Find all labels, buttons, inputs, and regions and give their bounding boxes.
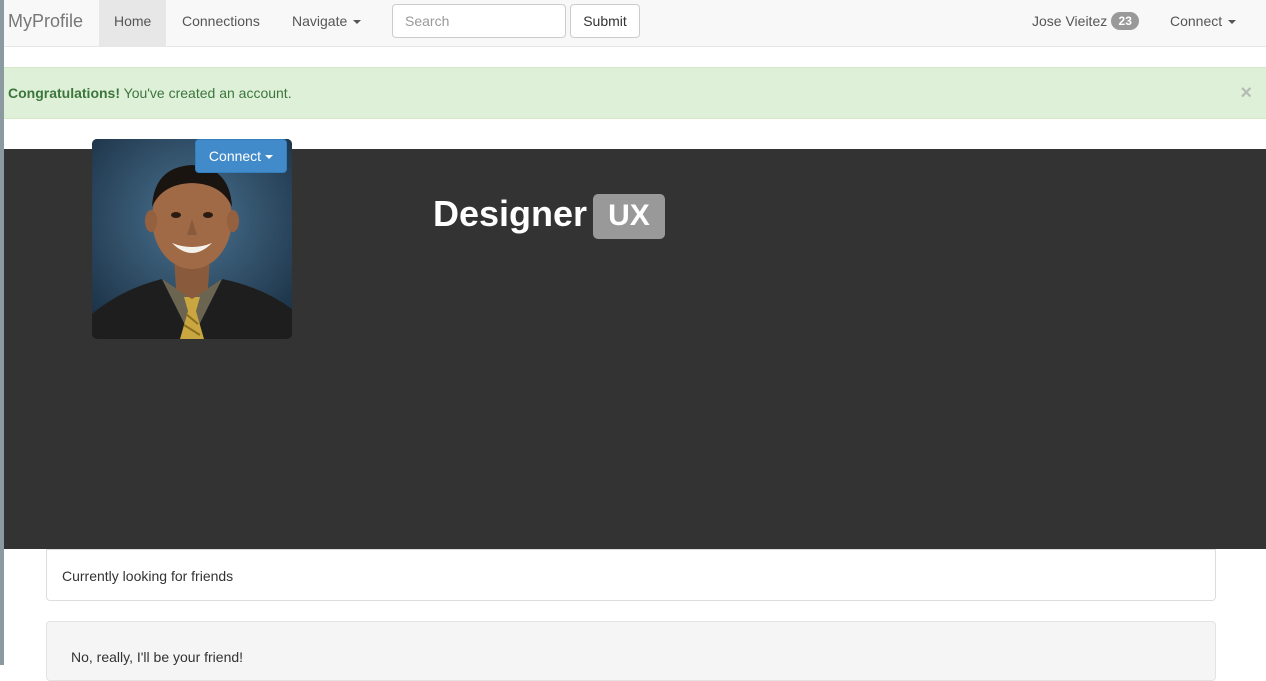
profile-title-text: Designer xyxy=(433,193,588,234)
alert-strong-text: Congratulations! xyxy=(8,85,120,101)
user-name: Jose Vieitez xyxy=(1032,13,1108,29)
nav-connect-dropdown[interactable]: Connect xyxy=(1155,0,1251,46)
profile-title: Designer UX xyxy=(433,190,665,240)
top-navbar: MyProfile Home Connections Navigate Subm… xyxy=(4,0,1266,47)
status-text: Currently looking for friends xyxy=(62,568,234,584)
close-icon[interactable]: × xyxy=(1240,68,1252,118)
submit-button[interactable]: Submit xyxy=(570,4,640,38)
search-input[interactable] xyxy=(392,4,566,38)
friend-well: No, really, I'll be your friend! xyxy=(46,621,1216,681)
nav-home-label: Home xyxy=(114,13,152,29)
nav-home[interactable]: Home xyxy=(99,0,167,46)
brand-link[interactable]: MyProfile xyxy=(8,0,83,46)
caret-down-icon xyxy=(1228,20,1237,25)
friend-text: No, really, I'll be your friend! xyxy=(71,649,244,665)
profile-connect-button[interactable]: Connect xyxy=(195,139,287,173)
caret-down-icon xyxy=(265,155,274,160)
nav-navigate-dropdown[interactable]: Navigate xyxy=(277,0,376,46)
alert-message: You've created an account. xyxy=(120,85,292,101)
notification-badge: 23 xyxy=(1111,12,1140,31)
nav-navigate-label: Navigate xyxy=(292,13,348,29)
caret-down-icon xyxy=(353,20,362,25)
nav-connections-label: Connections xyxy=(182,13,260,29)
nav-connect-label: Connect xyxy=(1170,13,1223,29)
success-alert: Congratulations! You've created an accou… xyxy=(4,67,1266,119)
status-panel: Currently looking for friends xyxy=(46,549,1216,601)
role-label: UX xyxy=(593,194,665,239)
nav-connections[interactable]: Connections xyxy=(167,0,275,46)
profile-connect-label: Connect xyxy=(208,148,262,164)
user-menu[interactable]: Jose Vieitez 23 xyxy=(1017,0,1154,46)
